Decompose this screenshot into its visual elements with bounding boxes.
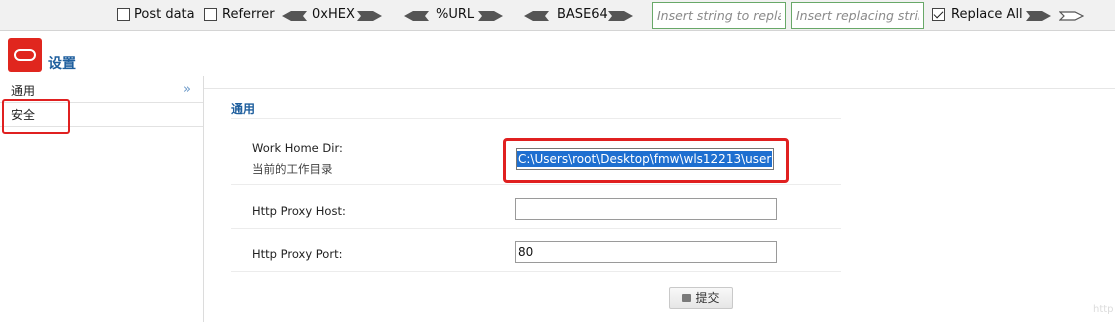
page-title: 设置 — [48, 56, 76, 72]
submit-button[interactable]: 提交 — [669, 287, 733, 309]
replace-with-input[interactable] — [791, 2, 924, 29]
base64-decode-arrow-icon[interactable] — [524, 11, 549, 21]
annotation-highlight-box — [503, 138, 789, 183]
replace-search-input[interactable] — [652, 2, 786, 29]
divider — [204, 88, 1115, 89]
oracle-logo-icon — [8, 38, 42, 72]
http-proxy-port-label: Http Proxy Port: — [252, 247, 343, 261]
post-data-label[interactable]: Post data — [134, 7, 195, 22]
annotation-highlight-box — [2, 99, 70, 134]
replace-all-checkbox[interactable] — [932, 8, 945, 21]
url-decode-arrow-icon[interactable] — [404, 11, 429, 21]
replace-next-arrow-icon[interactable] — [1059, 11, 1084, 21]
referrer-label[interactable]: Referrer — [222, 7, 275, 22]
replace-all-label[interactable]: Replace All — [951, 7, 1023, 22]
http-proxy-host-label: Http Proxy Host: — [252, 204, 346, 218]
url-label: %URL — [436, 7, 475, 22]
work-home-dir-description: 当前的工作目录 — [252, 162, 333, 176]
replace-arrow-icon[interactable] — [1026, 11, 1051, 21]
url-encode-arrow-icon[interactable] — [478, 11, 503, 21]
hex-label: 0xHEX — [312, 7, 355, 22]
work-home-dir-label: Work Home Dir: — [252, 141, 343, 155]
hackbar-toolbar: Post data Referrer 0xHEX %URL BASE64 Rep… — [0, 0, 1115, 31]
save-icon — [682, 293, 692, 302]
base64-encode-arrow-icon[interactable] — [608, 11, 633, 21]
submit-label: 提交 — [695, 291, 720, 305]
hex-encode-arrow-icon[interactable] — [357, 11, 382, 21]
divider — [231, 184, 841, 185]
http-proxy-host-input[interactable] — [515, 198, 777, 220]
divider — [231, 118, 841, 119]
http-proxy-port-input[interactable] — [515, 241, 777, 263]
post-data-checkbox[interactable] — [117, 8, 130, 21]
section-title: 通用 — [231, 102, 256, 116]
referrer-checkbox[interactable] — [204, 8, 217, 21]
sidebar-item-label: 通用 — [11, 84, 36, 98]
watermark: http — [1093, 304, 1114, 315]
settings-panel: 通用 Work Home Dir: 当前的工作目录 C:\Users\root\… — [204, 76, 1115, 322]
hex-decode-arrow-icon[interactable] — [282, 11, 307, 21]
base64-label: BASE64 — [557, 7, 608, 22]
divider — [231, 228, 841, 229]
divider — [231, 271, 841, 272]
